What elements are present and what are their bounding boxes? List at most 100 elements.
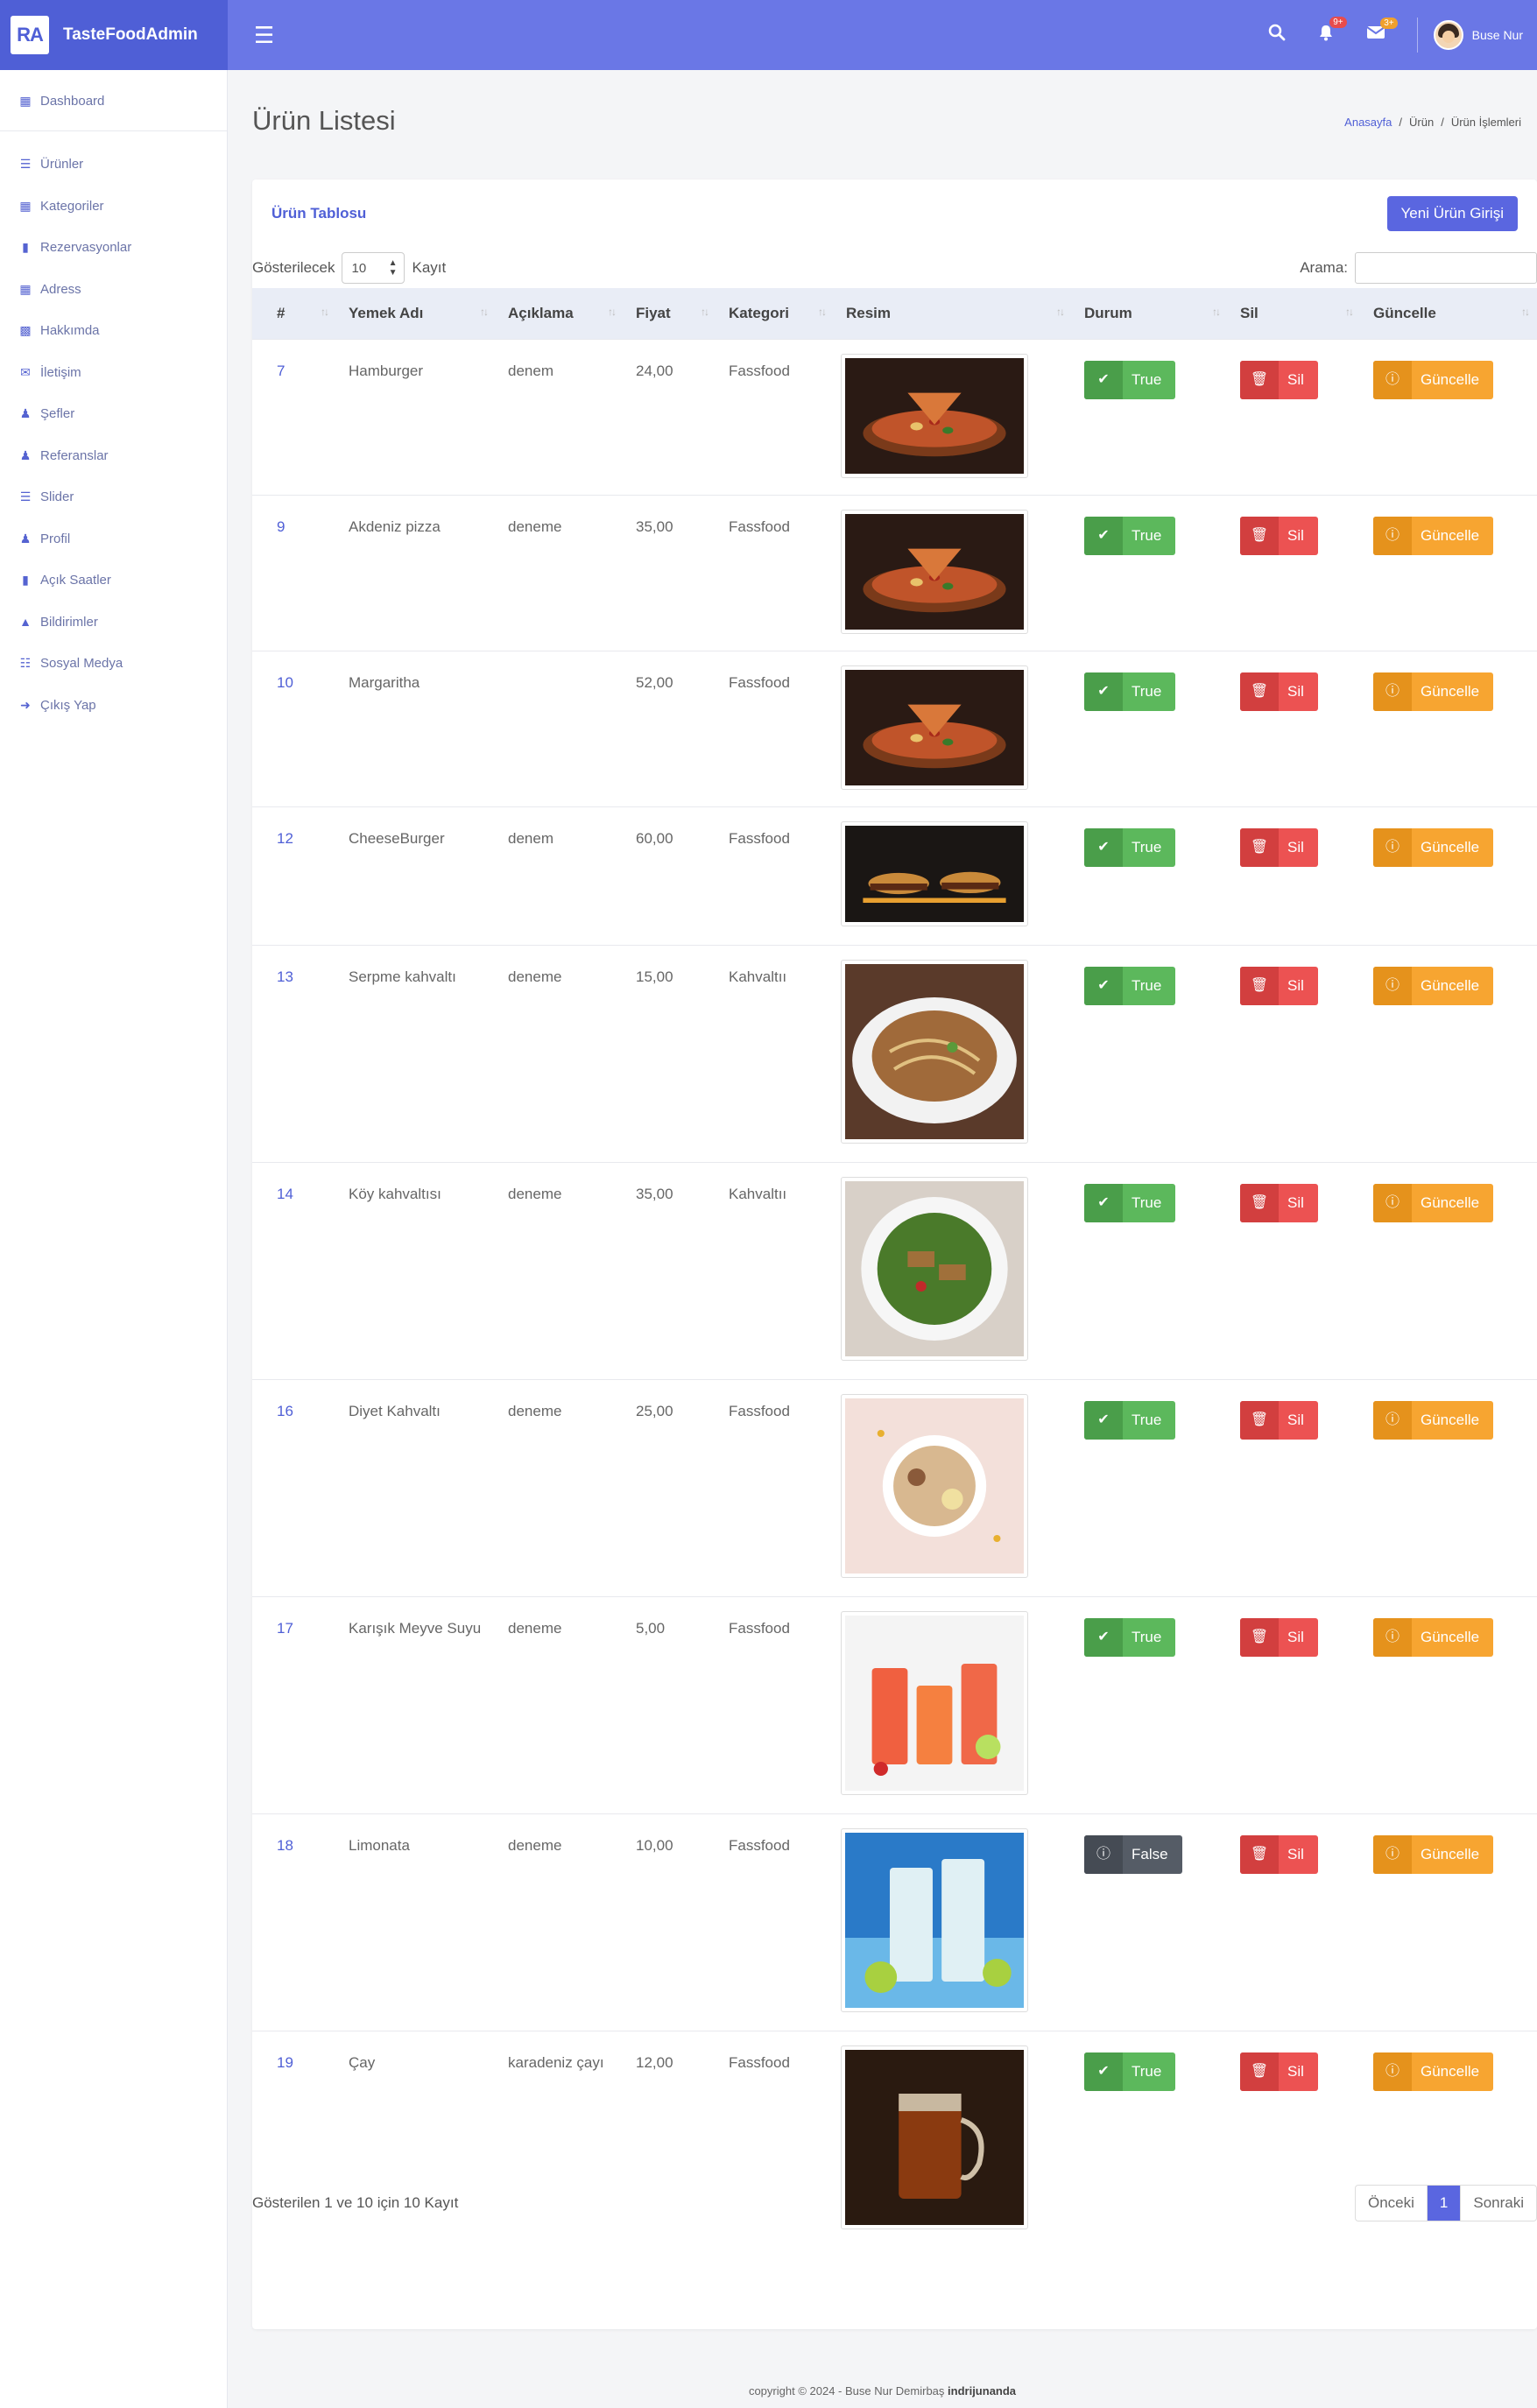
avatar[interactable] — [1433, 20, 1463, 50]
cell-update: ⓘ Güncelle — [1361, 1378, 1537, 1596]
update-button[interactable]: ⓘ Güncelle — [1373, 827, 1494, 867]
envelope-icon[interactable]: 3+ — [1366, 18, 1398, 46]
bell-icon[interactable]: 9+ — [1317, 17, 1347, 46]
user-name[interactable]: Buse Nur — [1472, 28, 1523, 42]
page-size-select[interactable]: 10 ▲ ▼ — [342, 252, 405, 284]
cell-name: Serpme kahvaltı — [336, 944, 496, 1162]
trash-icon: 🗑 — [1240, 672, 1279, 711]
cell-image — [834, 1378, 1072, 1596]
pager-page-1-button[interactable]: 1 — [1427, 2186, 1462, 2221]
sort-icon: ↑↓ — [480, 306, 489, 318]
sidebar-item-rezervasyonlar[interactable]: ▮ Rezervasyonlar — [0, 227, 227, 269]
table-header-row: # ↑↓ Yemek Adı ↑↓ Açıklama ↑↓ Fiyat ↑↓ Kateg… — [252, 288, 1537, 339]
delete-button[interactable]: 🗑 Sil — [1240, 966, 1318, 1005]
sidebar-item-adress[interactable]: ▦ Adress — [0, 269, 227, 311]
delete-button[interactable]: 🗑 Sil — [1240, 360, 1318, 399]
update-button[interactable]: ⓘ Güncelle — [1373, 672, 1494, 711]
column-header-description[interactable]: Açıklama ↑↓ — [496, 288, 624, 339]
pager-previous-button[interactable]: Önceki — [1356, 2186, 1428, 2221]
status-toggle-button[interactable]: ✔ True — [1084, 672, 1176, 711]
cell-update: ⓘ Güncelle — [1361, 1595, 1537, 1813]
cell-name: Margaritha — [336, 650, 496, 806]
update-button[interactable]: ⓘ Güncelle — [1373, 360, 1494, 399]
cell-status: ✔ True — [1072, 1161, 1228, 1379]
status-toggle-button[interactable]: ⓘ False — [1084, 1834, 1182, 1874]
column-header-category[interactable]: Kategori ↑↓ — [716, 288, 834, 339]
sidebar-item-cikis-yap[interactable]: ➜ Çıkış Yap — [0, 685, 227, 727]
top-navbar: RA TasteFoodAdmin ☰ 9+ 3+ Buse Nur — [0, 0, 1537, 70]
column-header-update[interactable]: Güncelle ↑↓ — [1361, 288, 1537, 339]
update-button[interactable]: ⓘ Güncelle — [1373, 966, 1494, 1005]
sidebar-item-kategoriler[interactable]: ▦ Kategoriler — [0, 186, 227, 228]
sidebar-item-sefler[interactable]: ♟ Şefler — [0, 393, 227, 435]
trash-icon: 🗑 — [1240, 1617, 1279, 1657]
status-toggle-button[interactable]: ✔ True — [1084, 2052, 1176, 2091]
update-label: Güncelle — [1421, 838, 1480, 855]
status-toggle-button[interactable]: ✔ True — [1084, 360, 1176, 399]
status-toggle-button[interactable]: ✔ True — [1084, 966, 1176, 1005]
update-button[interactable]: ⓘ Güncelle — [1373, 516, 1494, 555]
update-button[interactable]: ⓘ Güncelle — [1373, 1834, 1494, 1874]
clipboard-icon: ▮ — [22, 240, 29, 255]
copyright-brand-link[interactable]: indrijunanda — [948, 2384, 1016, 2397]
breadcrumb-item[interactable]: Ürün — [1409, 116, 1434, 129]
update-button[interactable]: ⓘ Güncelle — [1373, 1617, 1494, 1657]
breadcrumb-home-link[interactable]: Anasayfa — [1344, 116, 1392, 129]
status-toggle-button[interactable]: ✔ True — [1084, 1617, 1176, 1657]
update-button[interactable]: ⓘ Güncelle — [1373, 2052, 1494, 2091]
column-header-status[interactable]: Durum ↑↓ — [1072, 288, 1228, 339]
cell-price: 5,00 — [624, 1595, 716, 1813]
delete-button[interactable]: 🗑 Sil — [1240, 827, 1318, 867]
sidebar-item-bildirimler[interactable]: ▲ Bildirimler — [0, 602, 227, 644]
new-product-button[interactable]: Yeni Ürün Girişi — [1386, 196, 1518, 231]
sidebar-item-acik-saatler[interactable]: ▮ Açık Saatler — [0, 560, 227, 602]
delete-button[interactable]: 🗑 Sil — [1240, 672, 1318, 711]
column-header-image[interactable]: Resim ↑↓ — [834, 288, 1072, 339]
column-header-delete[interactable]: Sil ↑↓ — [1228, 288, 1361, 339]
pager-next-button[interactable]: Sonraki — [1461, 2186, 1536, 2221]
search-input[interactable] — [1355, 252, 1537, 284]
status-label: True — [1132, 1193, 1162, 1211]
status-toggle-button[interactable]: ✔ True — [1084, 1400, 1176, 1440]
update-button[interactable]: ⓘ Güncelle — [1373, 1183, 1494, 1222]
cell-update: ⓘ Güncelle — [1361, 494, 1537, 651]
brand[interactable]: RA TasteFoodAdmin — [0, 0, 228, 70]
sidebar-item-profil[interactable]: ♟ Profil — [0, 518, 227, 560]
info-icon: ⓘ — [1373, 2052, 1412, 2091]
status-toggle-button[interactable]: ✔ True — [1084, 827, 1176, 867]
brand-logo: RA — [11, 16, 49, 54]
delete-button[interactable]: 🗑 Sil — [1240, 1834, 1318, 1874]
sort-asc-icon: ↑↓ — [321, 306, 329, 318]
sidebar-item-iletisim[interactable]: ✉ İletişim — [0, 352, 227, 394]
delete-button[interactable]: 🗑 Sil — [1240, 1617, 1318, 1657]
delete-button[interactable]: 🗑 Sil — [1240, 1400, 1318, 1440]
column-header-id[interactable]: # ↑↓ — [252, 288, 336, 339]
column-header-price[interactable]: Fiyat ↑↓ — [624, 288, 716, 339]
table-icon: ▦ — [19, 281, 32, 296]
update-button[interactable]: ⓘ Güncelle — [1373, 1400, 1494, 1440]
sidebar-item-dashboard[interactable]: ▦ Dashboard — [0, 70, 227, 131]
cell-name: Diyet Kahvaltı — [336, 1378, 496, 1596]
update-label: Güncelle — [1421, 682, 1480, 700]
delete-button[interactable]: 🗑 Sil — [1240, 1183, 1318, 1222]
sidebar-item-urunler[interactable]: ☰ Ürünler — [0, 144, 227, 186]
cell-id: 14 — [252, 1161, 336, 1379]
cell-category: Fassfood — [716, 338, 834, 495]
sidebar-item-referanslar[interactable]: ♟ Referanslar — [0, 435, 227, 477]
status-label: True — [1132, 1411, 1162, 1428]
users-icon: ♟ — [19, 531, 32, 546]
delete-button[interactable]: 🗑 Sil — [1240, 516, 1318, 555]
cell-update: ⓘ Güncelle — [1361, 806, 1537, 945]
sidebar-item-sosyal-medya[interactable]: ☷ Sosyal Medya — [0, 643, 227, 685]
delete-button[interactable]: 🗑 Sil — [1240, 2052, 1318, 2091]
search-icon[interactable] — [1268, 24, 1286, 46]
column-header-name[interactable]: Yemek Adı ↑↓ — [336, 288, 496, 339]
cell-name: Köy kahvaltısı — [336, 1161, 496, 1379]
sidebar-item-hakkimda[interactable]: ▩ Hakkımda — [0, 310, 227, 352]
pagination: Önceki 1 Sonraki — [1354, 2185, 1537, 2221]
status-toggle-button[interactable]: ✔ True — [1084, 516, 1176, 555]
cell-id: 16 — [252, 1378, 336, 1596]
hamburger-menu-icon[interactable]: ☰ — [254, 22, 274, 49]
sidebar-item-slider[interactable]: ☰ Slider — [0, 476, 227, 518]
status-toggle-button[interactable]: ✔ True — [1084, 1183, 1176, 1222]
